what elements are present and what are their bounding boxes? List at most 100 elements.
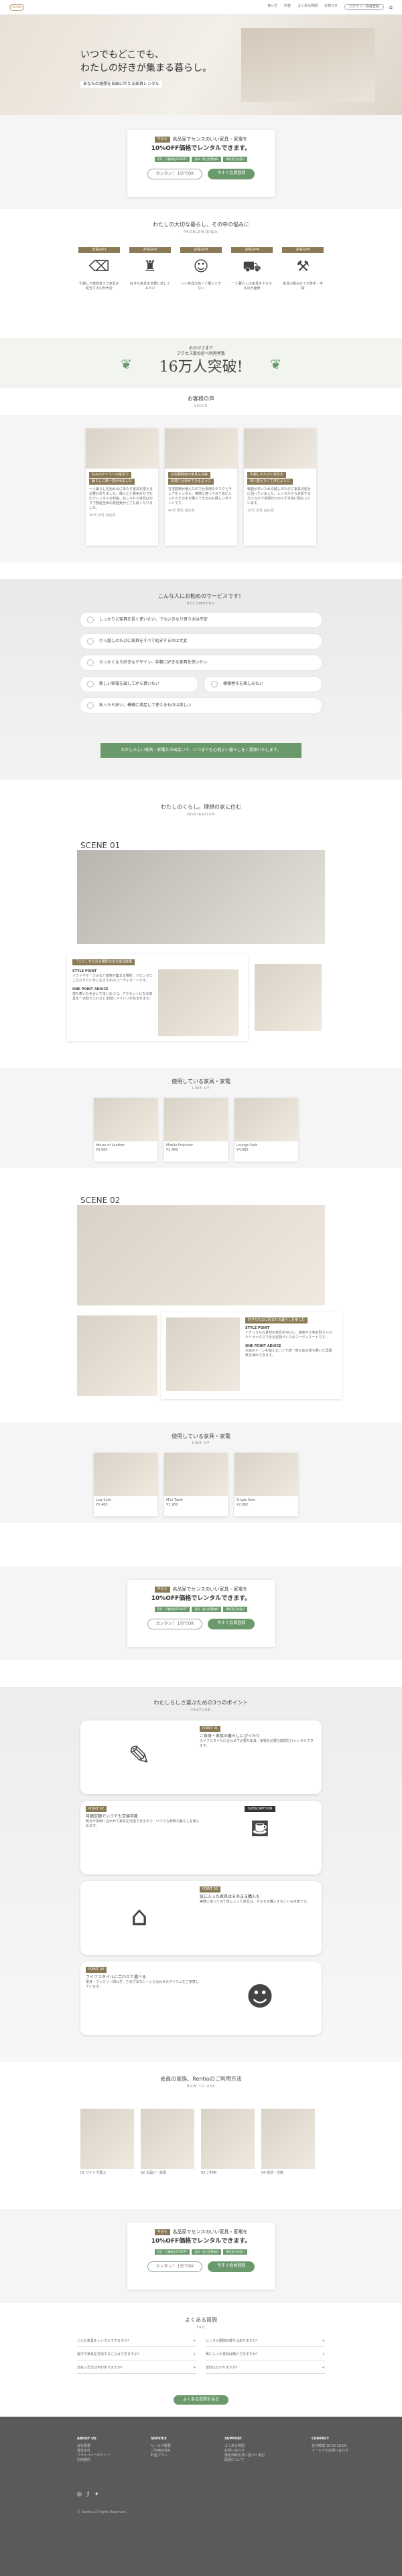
check-item: せっかくなら好きなデザイン、手軽に好きな家具を使いたい — [80, 655, 322, 670]
recommend-sub: RECOMMEND — [186, 602, 216, 607]
nav-faq[interactable]: よくある質問 — [297, 4, 318, 10]
faq-title: よくある質問 — [185, 2317, 217, 2323]
cta-section-3: 今なら 名品家でセンスのいい家具・家電を 10%OFF価格でレンタルできます。 初… — [0, 2209, 402, 2303]
laurel-left-icon: ❦ — [121, 356, 132, 372]
faq-item[interactable]: どんな家具をレンタルできますか？＋ — [77, 2336, 196, 2347]
voice-card: 在宅勤務用の家具も充実快適に仕事ができるように 在宅勤務が増えたので仕事用のデスク… — [165, 428, 237, 546]
cta2-register-button[interactable]: 今すぐ会員登録 — [208, 1618, 255, 1630]
cta3-register-button[interactable]: 今すぐ会員登録 — [208, 2261, 255, 2273]
scene1-image — [77, 850, 325, 944]
footer-link[interactable]: 運営会社 — [77, 2449, 124, 2453]
nav-price[interactable]: 料金 — [284, 4, 291, 10]
voices-sub: VOICE — [194, 404, 208, 409]
people-illustration-icon: ☻ — [246, 1982, 274, 2012]
scenes-sub: INSPIRATION — [186, 813, 216, 817]
footer-link[interactable]: お問い合わせ — [224, 2449, 285, 2453]
footer-link[interactable]: 特定商取引法に基づく表記 — [224, 2453, 285, 2458]
scenes-title: わたしのくらし。理想の家に住む — [161, 804, 241, 810]
footer-link[interactable]: ご利用の流れ — [151, 2449, 198, 2453]
tools-icon: ⚒ — [296, 258, 310, 276]
lineup2-title: 使用している家具・家電 — [172, 1433, 230, 1439]
recommend-title: こんな人にお勧めのサービスです！ — [158, 593, 244, 599]
faq-item[interactable]: 気に入った家具は購入できますか？＋ — [206, 2350, 325, 2360]
plus-icon: ＋ — [321, 2366, 325, 2370]
problem-item: お悩み03 ☺ いい家具は高くて購入できない — [180, 247, 222, 291]
faq-item[interactable]: 支払い方法は何がありますか？＋ — [77, 2363, 196, 2374]
features-sub: FEATURE — [191, 1708, 211, 1713]
record-banner: おかげさまで アクセス数の延べ利用者数 16万人突破! ❦ ❦ — [0, 338, 402, 388]
twitter-icon[interactable]: ✦ — [94, 2490, 99, 2498]
record-mid: アクセス数の延べ利用者数 — [177, 351, 225, 357]
feature-card: ✎ POINT 01 ご自身・家族の暮らしにぴったり ライフスタイルに合わせて必要な家… — [80, 1720, 322, 1794]
product-card[interactable]: Single Sofa ¥2,980 — [234, 1453, 298, 1516]
plus-icon: ＋ — [192, 2366, 196, 2370]
footer-link[interactable]: 会社概要 — [77, 2444, 124, 2449]
problem-item: お悩み04 ⛟ 一人暮らしの家具をそろえるのが面倒 — [231, 247, 273, 291]
howto-title: 会員の家族、Rentioのご利用方法 — [160, 2076, 242, 2082]
nav-howto[interactable]: 使い方 — [267, 4, 277, 10]
facebook-icon[interactable]: ƒ — [87, 2490, 89, 2498]
product-card[interactable]: Mobile Projector ¥2,480 — [164, 1098, 228, 1161]
cta-badge: 今なら — [154, 137, 170, 143]
problem-item: お悩み02 ♜ 好きな家具を気軽に試してみたい — [129, 247, 171, 291]
hero-line2: わたしの好きが集まる暮らし。 — [80, 63, 212, 74]
footer-link[interactable]: サービス概要 — [151, 2444, 198, 2449]
footer-link[interactable]: 配送について — [224, 2458, 285, 2463]
voice-card: 好みのテイストの家具で暮らしに統一感が出ました 一人暮らしを始めるにあたり家具を揃… — [86, 428, 158, 546]
check-item: 新しい家電を試してから買いたい — [80, 677, 198, 692]
problem-item: お悩み05 ⚒ 家具の組み立てが苦手・手間 — [282, 247, 324, 291]
voices-title: お客様の声 — [188, 396, 214, 402]
cart-icon[interactable]: ⌂ — [389, 3, 393, 11]
feature-card: POINT 04 ライフスタイルに合わせて選べる 単身・ファミリー問わず、さまざまな… — [80, 1961, 322, 2035]
cta3-outline-button[interactable]: カンタン！ 1分でOK — [147, 2261, 203, 2273]
feature-card: ⌂ POINT 03 気に入った家具はそのまま購入も 実際に使ってみて気に入った家具は… — [80, 1881, 322, 1955]
faq-item[interactable]: 途中で家具を交換することはできますか？＋ — [77, 2350, 196, 2360]
laurel-right-icon: ❦ — [270, 356, 281, 372]
cta-pill2: 送料・組立設置無料 — [192, 157, 222, 162]
footer-link[interactable]: メールでのお問い合わせ — [312, 2449, 365, 2453]
lineup1-title: 使用している家具・家電 — [172, 1078, 230, 1084]
faq-item[interactable]: レンタル期間の縛りはありますか？＋ — [206, 2336, 325, 2347]
footer: ABOUT US 会社概要 運営会社 プライバシーポリシー 利用規約 SERVICE サー… — [0, 2417, 402, 2576]
product-card[interactable]: House of Leather ¥3,980 — [94, 1098, 157, 1161]
product-card[interactable]: Mini Table ¥1,980 — [164, 1453, 228, 1516]
hero-image — [241, 28, 375, 102]
footer-link[interactable]: よくある質問 — [224, 2444, 285, 2449]
footer-link[interactable]: プライバシーポリシー — [77, 2453, 124, 2458]
faq-more-button[interactable]: よくある質問を見る — [173, 2395, 228, 2405]
room-illustration-icon: ⌂ — [131, 1901, 148, 1932]
recommend-section: こんな人にお勧めのサービスです！ RECOMMEND しっかりと家具を長く使いた… — [0, 579, 402, 780]
nav-login-button[interactable]: ログイン / 会員登録 — [344, 4, 384, 10]
scene1-card: 「二人」をなれる場所の主な家具家電 STYLE POINT ソファやテーブルなど家… — [67, 954, 248, 1041]
howto-step: 02 お届け・設置 — [141, 2109, 194, 2176]
check-item: 引っ越しのたびに家具をすべて処分するのは大変 — [80, 634, 322, 649]
footer-link[interactable]: 利用規約 — [77, 2458, 124, 2463]
instagram-icon[interactable]: ◎ — [77, 2490, 82, 2498]
footer-link[interactable]: 料金プラン — [151, 2453, 198, 2458]
cta-outline-button[interactable]: カンタン！ 1分でOK — [147, 168, 203, 180]
howto-step: 04 返却・交換 — [261, 2109, 315, 2176]
problem-item: お悩み01 ⌫ 引越しや模様替えで家具を処分するのが大変 — [78, 247, 120, 291]
cta2-outline-button[interactable]: カンタン！ 1分でOK — [147, 1618, 203, 1630]
logo[interactable]: Rentio — [9, 3, 24, 11]
recommend-banner: わたしらしい家具・家電との出会いで、いつまでも心地よい暮らしをご提案いたします。 — [100, 743, 302, 758]
scene1-side-image — [255, 964, 322, 1031]
cta-section-1: 今なら 名品家でセンスのいい家具・家電を 10%OFF価格でレンタルできます。 初… — [0, 115, 402, 209]
cta-pill1: 初月・月額料金10%OFF — [154, 157, 190, 162]
product-card[interactable]: Lounge Sofa ¥4,980 — [234, 1098, 298, 1161]
scene2-card: 好きなものに囲まれる暮らしを楽しむ STYLE POINT ナチュラルな素材の家具を… — [161, 1312, 342, 1399]
howto-section: 会員の家族、Rentioのご利用方法 HOW TO USE 01 サイトで選ぶ … — [0, 2075, 402, 2196]
product-card[interactable]: Low Sofa ¥3,480 — [94, 1453, 157, 1516]
cta-register-button[interactable]: 今すぐ会員登録 — [208, 168, 255, 180]
voice-card: 引越しのたびに家具を買い替えなくて済むように 転勤が多いため引越しのたびに家具の処… — [244, 428, 316, 546]
plus-icon: ＋ — [321, 2339, 325, 2343]
sofa-illustration-icon: ⛾ — [250, 1815, 270, 1842]
plus-icon: ＋ — [192, 2339, 196, 2343]
problems-sub: PROBLEM/お悩み — [184, 230, 218, 235]
features-section: わたしらしさ選ぶための3つのポイント FEATURE ✎ POINT 01 ご自身・… — [0, 1687, 402, 2062]
nav-news[interactable]: お知らせ — [324, 4, 338, 10]
hero: いつでもどこでも、 わたしの好きが集まる暮らし。 あなたの理想を自由に叶える家具… — [0, 15, 402, 115]
record-big: 16万人突破! — [159, 358, 243, 376]
faq-item[interactable]: 送料はかかりますか？＋ — [206, 2363, 325, 2374]
lineup1-sub: LINE UP — [192, 1086, 210, 1091]
